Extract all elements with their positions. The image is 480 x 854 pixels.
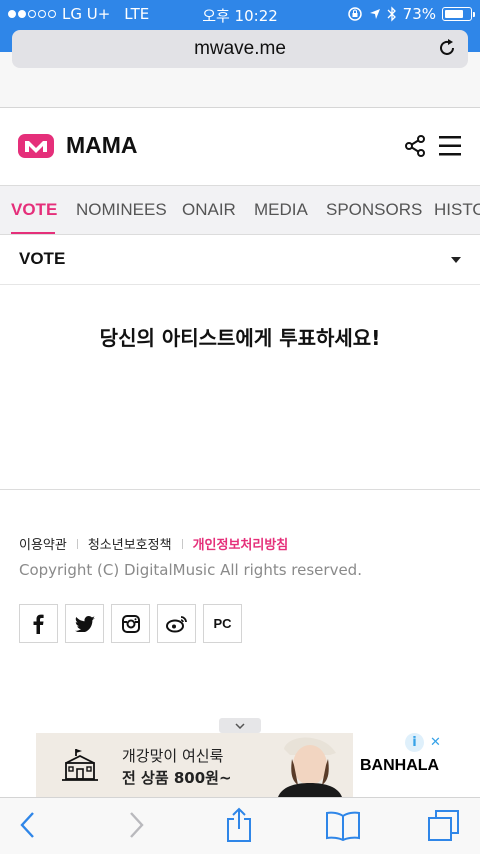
weibo-button[interactable] [157, 604, 196, 643]
status-right: 73% [347, 5, 475, 23]
ad-model-image [278, 737, 342, 797]
tab-media[interactable]: MEDIA [254, 200, 308, 220]
instagram-button[interactable] [111, 604, 150, 643]
instagram-icon [121, 614, 140, 633]
vote-dropdown-value: VOTE [19, 249, 66, 268]
brand-title[interactable]: MAMA [66, 132, 138, 159]
forward-icon[interactable] [126, 810, 146, 840]
ad-info-icon[interactable]: i [405, 733, 424, 752]
copyright-text: Copyright (C) DigitalMusic All rights re… [19, 561, 362, 579]
tab-onair[interactable]: ONAIR [182, 200, 236, 220]
ad-offer: 전 상품 800원~ [122, 769, 232, 787]
tab-nominees[interactable]: NOMINEES [76, 200, 167, 220]
pc-version-label: PC [213, 616, 232, 631]
battery-percent: 73% [402, 5, 436, 23]
page: LG U+ LTE 오후 10:22 73% mwave.me MAMA VOT… [0, 0, 480, 854]
link-separator [76, 538, 78, 549]
ad-close-icon[interactable]: ✕ [426, 733, 445, 752]
mama-logo-icon[interactable] [18, 134, 54, 158]
ad-choices: i ✕ [405, 733, 445, 753]
rotation-lock-icon [347, 7, 362, 21]
footer-links: 이용약관 청소년보호정책 개인정보처리방침 [19, 534, 288, 553]
tab-sponsors[interactable]: SPONSORS [326, 200, 422, 220]
ad-headline: 개강맞이 여신룩 [122, 747, 224, 765]
browser-toolbar [0, 797, 480, 854]
hamburger-menu-icon[interactable] [438, 135, 462, 157]
facebook-button[interactable] [19, 604, 58, 643]
vote-dropdown[interactable]: VOTE [0, 235, 480, 285]
footer-divider [0, 489, 480, 490]
privacy-policy-link[interactable]: 개인정보처리방침 [193, 534, 289, 553]
terms-link[interactable]: 이용약관 [19, 534, 67, 553]
reload-icon[interactable] [436, 37, 458, 59]
status-bar: LG U+ LTE 오후 10:22 73% [0, 0, 480, 30]
bluetooth-icon [387, 6, 396, 22]
link-separator [181, 538, 183, 549]
bookmarks-icon[interactable] [325, 811, 361, 841]
facebook-icon [33, 614, 44, 634]
weibo-icon [165, 615, 187, 632]
twitter-button[interactable] [65, 604, 104, 643]
youth-policy-link[interactable]: 청소년보호정책 [88, 534, 172, 553]
twitter-icon [74, 615, 95, 632]
caret-down-icon [451, 257, 461, 263]
chevron-down-icon [235, 722, 245, 729]
back-icon[interactable] [18, 810, 38, 840]
social-buttons: PC [19, 604, 242, 643]
pc-version-button[interactable]: PC [203, 604, 242, 643]
url-text: mwave.me [194, 38, 286, 59]
share-icon[interactable] [404, 134, 426, 158]
ad-brand: BANHALA [360, 757, 440, 774]
share-sheet-icon[interactable] [225, 807, 253, 843]
address-bar[interactable]: mwave.me [12, 30, 468, 68]
page-headline: 당신의 아티스트에게 투표하세요! [99, 326, 381, 350]
tab-history[interactable]: HISTO [434, 200, 480, 220]
ad-banner[interactable]: 개강맞이 여신룩 전 상품 800원~ BANHALA i ✕ [36, 733, 445, 797]
ad-collapse-toggle[interactable] [219, 718, 261, 733]
tabs-icon[interactable] [427, 809, 461, 843]
campus-building-icon [62, 749, 98, 781]
tab-vote[interactable]: VOTE [11, 200, 57, 220]
battery-icon [442, 7, 475, 21]
site-header: MAMA [0, 108, 480, 185]
section-tabs: VOTE NOMINEES ONAIR MEDIA SPONSORS HISTO [0, 185, 480, 235]
location-icon [369, 9, 380, 19]
